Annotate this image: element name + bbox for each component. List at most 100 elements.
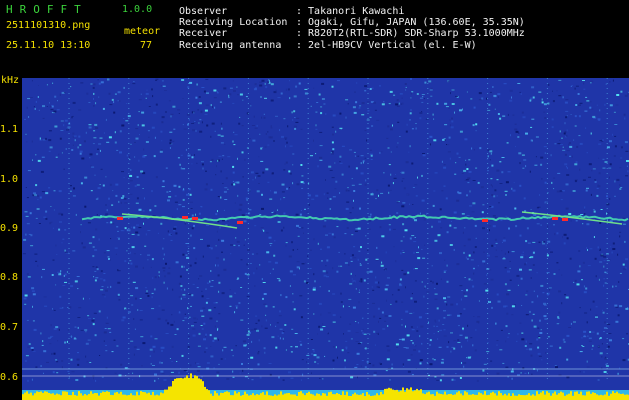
spectrum-bar: [30, 392, 32, 400]
spectrum-bar: [188, 377, 190, 400]
spectrum-bar: [350, 396, 352, 400]
spectrum-bar: [456, 392, 458, 400]
spectrum-bar: [236, 393, 238, 400]
spectrum-bar: [550, 395, 552, 400]
spectrum-bar: [508, 393, 510, 400]
spectrum-bar: [324, 393, 326, 400]
signal-peak: [237, 221, 243, 224]
spectrum-bar: [364, 396, 366, 400]
spectrum-bar: [310, 393, 312, 400]
spectrum-bar: [452, 394, 454, 400]
spectrum-bar: [394, 390, 396, 400]
spectrum-bar: [294, 394, 296, 400]
spectrum-bar: [312, 394, 314, 400]
spectrum-bar: [292, 394, 294, 400]
spectrum-bar: [584, 395, 586, 400]
spectrum-bar: [48, 393, 50, 400]
spectrum-bar: [392, 389, 394, 400]
spectrum-bar: [168, 386, 170, 400]
spectrum-bar: [446, 394, 448, 400]
signal-peak: [192, 217, 198, 220]
spectrum-bar: [366, 392, 368, 400]
spectrum-bar: [482, 394, 484, 400]
spectrum-bar: [164, 389, 166, 400]
spectrum-bar: [534, 395, 536, 400]
spectrum-bar: [40, 391, 42, 400]
spectrum-bar: [458, 391, 460, 400]
spectrum-bar: [136, 391, 138, 400]
spectrogram: [22, 78, 629, 400]
spectrum-bar: [522, 395, 524, 400]
spectrum-bar: [336, 393, 338, 400]
spectrum-bar: [356, 394, 358, 400]
spectrum-bar: [528, 393, 530, 400]
spectrum-bar: [274, 394, 276, 400]
spectrum-bar: [170, 386, 172, 400]
spectrum-bar: [280, 391, 282, 400]
spectrum-bar: [396, 389, 398, 400]
spectrum-bar: [126, 395, 128, 400]
spectrum-bar: [106, 391, 108, 400]
spectrum-bar: [76, 395, 78, 400]
spectrum-bar: [326, 395, 328, 400]
spectrum-bar: [404, 391, 406, 400]
spectrum-bar: [54, 394, 56, 400]
spectrum-bar: [156, 394, 158, 400]
spectrum-bar: [240, 395, 242, 400]
spectrum-bar: [626, 394, 628, 400]
spectrum-bar: [134, 395, 136, 400]
spectrum-bar: [138, 395, 140, 400]
spectrum-bar: [252, 393, 254, 400]
spectrum-bar: [268, 395, 270, 400]
spectrum-bar: [196, 376, 198, 400]
spectrum-bar: [478, 392, 480, 400]
spectrum-bar: [558, 393, 560, 400]
spectrum-bar: [428, 391, 430, 400]
spectrum-bar: [462, 395, 464, 400]
spectrum-bar: [330, 391, 332, 400]
spectrum-bar: [588, 391, 590, 400]
spectrum-bar: [512, 393, 514, 400]
spectrum-bar: [576, 391, 578, 400]
spectrum-bar: [406, 388, 408, 400]
spectrum-bar: [258, 394, 260, 400]
signal-peak: [562, 218, 568, 221]
spectrum-bar: [570, 391, 572, 400]
spectrum-bar: [288, 393, 290, 400]
spectrum-bar: [398, 391, 400, 400]
spectrum-bar: [270, 395, 272, 400]
spectrum-bar: [180, 377, 182, 400]
spectrum-bar: [556, 394, 558, 400]
spectrum-bar: [154, 395, 156, 400]
spectrum-bar: [210, 393, 212, 400]
spectrum-bar: [162, 393, 164, 400]
spectrum-bar: [378, 395, 380, 400]
spectrum-bar: [206, 389, 208, 400]
spectrum-bar: [354, 392, 356, 400]
spectrum-bar: [290, 394, 292, 400]
y-tick-label: 1.0: [0, 174, 19, 185]
spectrum-bar: [602, 395, 604, 400]
spectrum-bar: [130, 393, 132, 400]
spectrum-bar: [568, 393, 570, 400]
spectrum-bar: [266, 391, 268, 400]
spectrum-bar: [166, 389, 168, 400]
spectrum-bar: [412, 391, 414, 400]
spectrum-bar: [382, 394, 384, 400]
spectrum-bar: [100, 392, 102, 400]
spectrum-bar: [22, 394, 24, 400]
spectrum-bar: [228, 392, 230, 400]
spectrum-bar: [430, 394, 432, 400]
spectrum-bar: [92, 393, 94, 400]
spectrum-bar: [52, 393, 54, 400]
spectrum-bar: [450, 393, 452, 400]
spectrum-bar: [480, 393, 482, 400]
y-tick-label: 0.7: [0, 322, 19, 333]
spectrum-bar: [548, 392, 550, 400]
spectrum-bar: [500, 393, 502, 400]
spectrum-bar: [520, 395, 522, 400]
spectrum-bar: [86, 395, 88, 400]
spectrum-bar: [426, 392, 428, 400]
spectrum-bar: [108, 391, 110, 400]
spectrum-bar: [622, 393, 624, 400]
